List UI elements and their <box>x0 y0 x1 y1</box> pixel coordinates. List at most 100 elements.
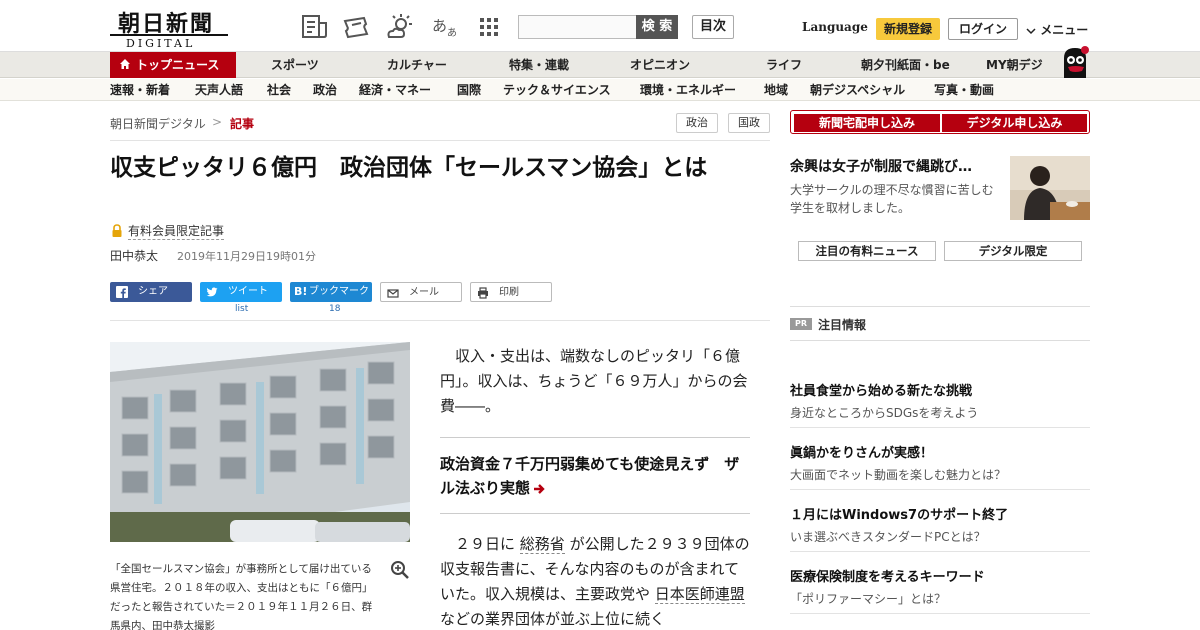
keyword-link[interactable]: 総務省 <box>519 535 565 554</box>
nav2-item-photo-video[interactable]: 写真・動画 <box>934 79 994 101</box>
breadcrumb-home[interactable]: 朝日新聞デジタル <box>110 115 206 132</box>
menu-button[interactable]: メニュー <box>1026 21 1088 38</box>
pr-item[interactable]: 眞鍋かをりさんが実感！ 大画面でネット動画を楽しむ魅力とは？ <box>790 442 1090 483</box>
home-icon <box>120 59 130 69</box>
nav2-item-international[interactable]: 国際 <box>457 79 481 101</box>
tab-featured-paid-news[interactable]: 注目の有料ニュース <box>798 241 936 261</box>
facebook-share-button[interactable]: シェア <box>110 282 192 302</box>
bookmark-count[interactable]: 18 <box>329 304 340 314</box>
keyword-link[interactable]: 日本医師連盟 <box>654 585 745 604</box>
hatena-bookmark-button[interactable]: B! ブックマーク <box>290 282 372 302</box>
publish-date: 2019年11月29日19時01分 <box>177 250 316 263</box>
divider <box>790 489 1090 490</box>
pr-item[interactable]: 医療保険制度を考えるキーワード 「ポリファーマシー」とは？ <box>790 566 1090 607</box>
register-button[interactable]: 新規登録 <box>876 18 940 40</box>
nav2-item-environment[interactable]: 環境・エネルギー <box>640 79 736 101</box>
nav2-item-region[interactable]: 地域 <box>764 79 788 101</box>
mail-share-button[interactable]: メール <box>380 282 462 302</box>
language-link[interactable]: Language <box>802 20 868 34</box>
divider <box>440 437 750 438</box>
nav2-item-economy[interactable]: 経済・マネー <box>359 79 431 101</box>
divider <box>790 306 1090 307</box>
related-article-link[interactable]: 政治資金７千万円弱集めても使途見えず ザル法ぶり実態 <box>440 452 750 500</box>
bookmark-label: ブックマーク <box>309 286 369 297</box>
article-photo[interactable] <box>110 342 410 542</box>
article-body: ２９日に 総務省 が公開した２９３９団体の収支報告書に、そんな内容のものが含まれ… <box>440 532 750 630</box>
pr-item-title: 社員食堂から始める新たな挑戦 <box>790 384 973 399</box>
print-label: 印刷 <box>499 287 519 298</box>
subscribe-digital-button[interactable]: デジタル申し込み <box>942 114 1087 132</box>
nav2-item-latest[interactable]: 速報・新着 <box>110 79 170 101</box>
mascot-icon[interactable] <box>1058 44 1092 78</box>
zoom-icon[interactable] <box>390 560 410 580</box>
print-button[interactable]: 印刷 <box>470 282 552 302</box>
subscribe-box: 新聞宅配申し込み デジタル申し込み <box>790 110 1090 134</box>
body-text: ２９日に <box>455 535 520 553</box>
site-header: 朝日新聞 DIGITAL あ あ 検 索 目次 Language 新規登録 ログ… <box>0 0 1200 52</box>
divider <box>110 140 770 141</box>
newspaper-icon[interactable] <box>300 13 330 41</box>
toc-button[interactable]: 目次 <box>692 15 734 39</box>
pr-item-subtitle: いま選ぶべきスタンダードPCとは？ <box>790 530 986 544</box>
pr-item[interactable]: １月にはWindows7のサポート終了 いま選ぶべきスタンダードPCとは？ <box>790 504 1090 545</box>
promo-title[interactable]: 余興は女子が制服で縄跳び… <box>790 156 1000 176</box>
lock-icon <box>112 224 122 237</box>
photo-caption: 「全国セールスマン協会」が事務所として届け出ている県営住宅。２０１８年の収入、支… <box>110 563 373 630</box>
article-lead: 収入・支出は、端数なしのピッタリ「６億円」。収入は、ちょうど「６９万人」からの会… <box>440 347 748 415</box>
arrow-right-icon <box>534 483 545 494</box>
tab-digital-exclusive[interactable]: デジタル限定 <box>944 241 1082 261</box>
printer-icon <box>478 287 488 299</box>
nav2-item-tensei-jingo[interactable]: 天声人語 <box>195 79 243 101</box>
pr-item-title: １月にはWindows7のサポート終了 <box>790 508 1009 523</box>
nav-item-culture[interactable]: カルチャー <box>387 52 447 78</box>
menu-label: メニュー <box>1040 23 1089 37</box>
nav2-item-special[interactable]: 朝デジスペシャル <box>810 79 905 101</box>
hatena-icon: B! <box>294 285 308 298</box>
promo-thumbnail[interactable] <box>1010 156 1090 220</box>
logo-sub-text: DIGITAL <box>126 37 196 50</box>
pr-item-title: 医療保険制度を考えるキーワード <box>790 570 985 585</box>
nav-item-label: トップニュース <box>136 58 220 72</box>
share-label: シェア <box>138 286 168 297</box>
search-button[interactable]: 検 索 <box>636 15 678 39</box>
article-title: 収支ピッタリ６億円 政治団体「セールスマン協会」とは <box>110 155 708 181</box>
nav-item-top-news[interactable]: トップニュース <box>110 52 236 78</box>
search-input[interactable] <box>518 15 638 39</box>
pr-item-title: 眞鍋かをりさんが実感！ <box>790 446 934 461</box>
pr-item-subtitle: 大画面でネット動画を楽しむ魅力とは？ <box>790 468 1007 482</box>
nav-item-features[interactable]: 特集・連載 <box>509 52 569 78</box>
secondary-nav: 速報・新着 天声人語 社会 政治 経済・マネー 国際 テック＆サイエンス 環境・… <box>0 79 1200 101</box>
divider <box>790 551 1090 552</box>
subscribe-paper-button[interactable]: 新聞宅配申し込み <box>794 114 940 132</box>
members-only-label[interactable]: 有料会員限定記事 <box>128 222 225 240</box>
divider <box>110 320 770 321</box>
nav-item-my-asadigi[interactable]: MY朝デジ <box>986 52 1043 78</box>
ticket-icon[interactable] <box>342 13 372 41</box>
pr-item-subtitle: 身近なところからSDGsを考えよう <box>790 406 979 420</box>
nav2-item-tech[interactable]: テック＆サイエンス <box>503 79 611 101</box>
weather-icon[interactable] <box>385 13 415 41</box>
body-text: などの業界団体が並ぶ上位に続く <box>440 610 666 628</box>
font-size-icon[interactable]: あ あ <box>430 13 460 41</box>
related-article-title: 政治資金７千万円弱集めても使途見えず ザル法ぶり実態 <box>440 455 740 497</box>
chevron-down-icon <box>1026 27 1036 34</box>
nav-item-life[interactable]: ライフ <box>766 52 802 78</box>
tag-politics[interactable]: 政治 <box>676 113 718 133</box>
divider <box>440 513 750 514</box>
apps-grid-icon[interactable] <box>474 13 504 41</box>
pr-item[interactable]: 社員食堂から始める新たな挑戦 身近なところからSDGsを考えよう <box>790 380 1090 421</box>
site-logo[interactable]: 朝日新聞 DIGITAL <box>110 6 230 50</box>
pr-section-title: 注目情報 <box>818 318 867 332</box>
login-button[interactable]: ログイン <box>948 18 1018 40</box>
divider <box>790 340 1090 341</box>
nav-item-sports[interactable]: スポーツ <box>271 52 319 78</box>
nav-item-paper[interactable]: 朝夕刊紙面・be <box>861 52 950 78</box>
tweet-count[interactable]: list <box>235 304 248 314</box>
tag-national-politics[interactable]: 国政 <box>728 113 770 133</box>
nav2-item-society[interactable]: 社会 <box>267 79 291 101</box>
nav-item-opinion[interactable]: オピニオン <box>630 52 690 78</box>
twitter-share-button[interactable]: ツイート <box>200 282 282 302</box>
pr-item-subtitle: 「ポリファーマシー」とは？ <box>790 592 947 606</box>
nav2-item-politics[interactable]: 政治 <box>313 79 337 101</box>
author-name: 田中恭太 <box>110 249 159 263</box>
